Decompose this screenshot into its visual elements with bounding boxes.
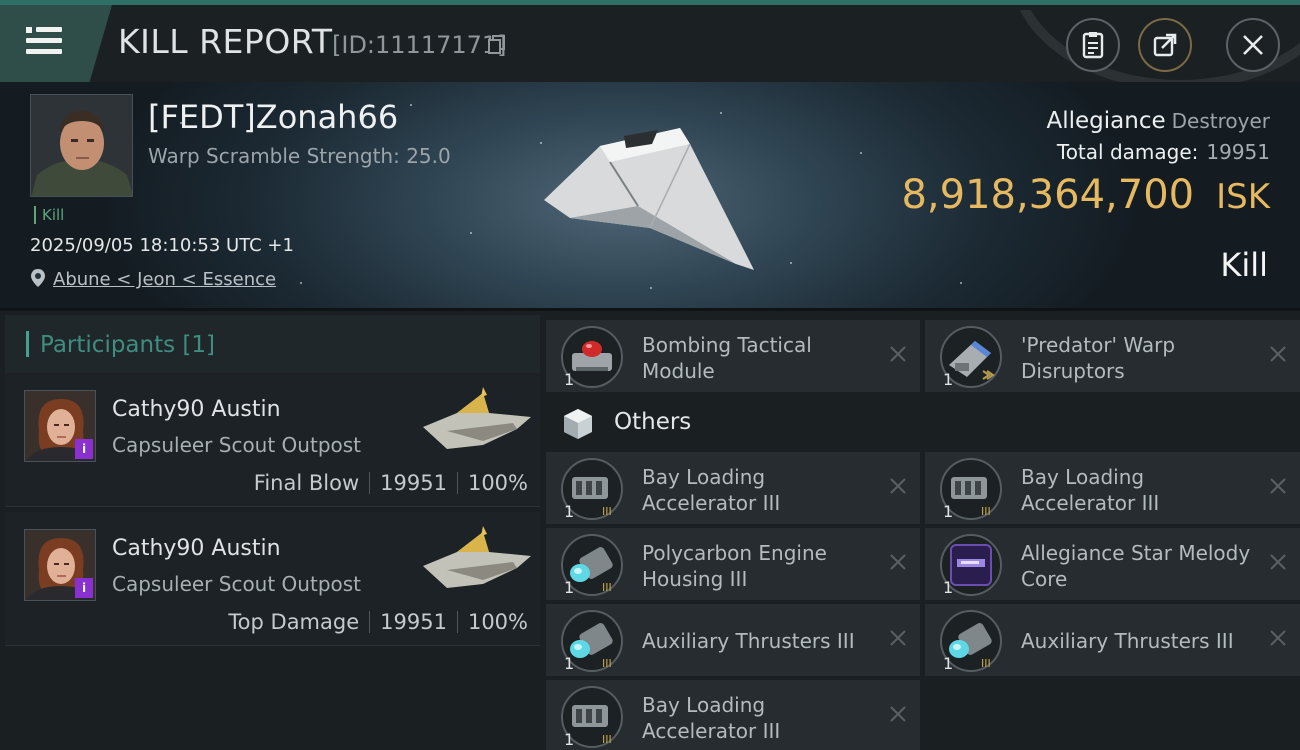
participant-card[interactable]: i Cathy90 Austin Capsuleer Scout Outpost…	[5, 373, 540, 507]
destroyed-x-icon	[890, 346, 906, 362]
others-title: Others	[614, 409, 692, 435]
module-quantity: 1	[943, 578, 954, 597]
location-pin-icon	[31, 269, 45, 287]
module-quantity: 1	[564, 370, 575, 389]
module-name: Allegiance Star Melody Core	[1021, 541, 1251, 591]
page-title: KILL REPORT	[118, 22, 333, 61]
participants-title: Participants [1]	[40, 332, 215, 358]
warp-scramble-strength: Warp Scramble Strength: 25.0	[148, 144, 451, 168]
close-button[interactable]	[1226, 18, 1280, 72]
modules-panel: 1 Bombing Tactical Module 1 'Predator' W…	[540, 308, 1300, 750]
participant-ship-icon[interactable]	[417, 383, 537, 463]
module-item[interactable]: 1 Allegiance Star Melody Core	[925, 528, 1300, 600]
module-quantity: 1	[564, 578, 575, 597]
module-name: Auxiliary Thrusters III	[642, 629, 855, 653]
module-item[interactable]: III 1 Bay Loading Accelerator III	[546, 452, 920, 524]
participant-stats: Final Blow 19951 100%	[254, 471, 528, 495]
victim-banner: [FEDT]Zonah66 Warp Scramble Strength: 25…	[0, 82, 1300, 308]
svg-text:III: III	[602, 505, 612, 518]
module-name: 'Predator' Warp Disruptors	[1021, 333, 1176, 383]
destroyed-x-icon	[890, 706, 906, 722]
destroyed-x-icon	[890, 630, 906, 646]
module-name: Bay Loading Accelerator III	[1021, 465, 1160, 515]
participant-avatar[interactable]: i	[24, 529, 96, 601]
module-item[interactable]: III 1 Bay Loading Accelerator III	[925, 452, 1300, 524]
victim-ship-image[interactable]	[540, 122, 760, 272]
module-name: Polycarbon Engine Housing III	[642, 541, 827, 591]
destroyed-x-icon	[1270, 478, 1286, 494]
participants-panel: Participants [1] i Cathy90 Austin Capsul…	[0, 308, 540, 750]
participant-card[interactable]: i Cathy90 Austin Capsuleer Scout Outpost…	[5, 512, 540, 646]
victim-ship: Allegiance Destroyer	[1047, 108, 1270, 134]
destroyed-x-icon	[1270, 630, 1286, 646]
clipboard-button[interactable]	[1066, 18, 1120, 72]
destroyed-x-icon	[1270, 554, 1286, 570]
module-item[interactable]: III 1 Auxiliary Thrusters III	[546, 604, 920, 676]
isk-unit: ISK	[1216, 177, 1270, 217]
participant-name[interactable]: Cathy90 Austin	[112, 536, 281, 561]
module-item[interactable]: III 1 Polycarbon Engine Housing III	[546, 528, 920, 600]
module-name: Bombing Tactical Module	[642, 333, 812, 383]
module-item[interactable]: 1 'Predator' Warp Disruptors	[925, 320, 1300, 392]
module-name: Bay Loading Accelerator III	[642, 465, 781, 515]
svg-text:III: III	[602, 733, 612, 746]
participant-percent: 100%	[467, 610, 528, 634]
svg-text:III: III	[602, 657, 612, 670]
total-damage-value: 19951	[1206, 140, 1270, 164]
pilot-tier-badge: i	[75, 578, 93, 598]
participant-corp: Capsuleer Scout Outpost	[112, 572, 362, 596]
share-export-icon	[1153, 33, 1177, 57]
isk-value: 8,918,364,700	[901, 172, 1195, 218]
participants-header: Participants [1]	[5, 315, 540, 373]
participant-percent: 100%	[467, 471, 528, 495]
ship-name[interactable]: Allegiance	[1047, 108, 1166, 134]
clipboard-icon	[1082, 32, 1104, 59]
copy-id-icon[interactable]	[488, 35, 506, 55]
destroyed-x-icon	[890, 554, 906, 570]
participant-corp: Capsuleer Scout Outpost	[112, 433, 362, 457]
pilot-tier-badge: i	[75, 439, 93, 459]
destroyed-x-icon	[890, 478, 906, 494]
others-section-header: Others	[540, 395, 1300, 455]
kill-result: Kill	[1220, 246, 1268, 284]
participant-avatar[interactable]: i	[24, 390, 96, 462]
svg-text:III: III	[602, 581, 612, 594]
cube-icon	[564, 409, 592, 439]
participant-role: Top Damage	[228, 610, 360, 634]
victim-pilot-name[interactable]: [FEDT]Zonah66	[148, 98, 398, 136]
module-quantity: 1	[943, 502, 954, 521]
module-quantity: 1	[564, 502, 575, 521]
participant-stats: Top Damage 19951 100%	[228, 610, 528, 634]
svg-text:III: III	[981, 505, 991, 518]
module-quantity: 1	[943, 370, 954, 389]
participant-ship-icon[interactable]	[417, 522, 537, 602]
module-item[interactable]: III 1 Bay Loading Accelerator III	[546, 680, 920, 750]
participant-name[interactable]: Cathy90 Austin	[112, 397, 281, 422]
module-quantity: 1	[943, 654, 954, 673]
module-item[interactable]: 1 Bombing Tactical Module	[546, 320, 920, 392]
module-name: Auxiliary Thrusters III	[1021, 629, 1234, 653]
destroyed-x-icon	[1270, 346, 1286, 362]
participant-damage: 19951	[380, 610, 447, 634]
share-button[interactable]	[1138, 18, 1192, 72]
report-id: [ID:11117171]	[332, 31, 507, 59]
total-damage: Total damage: 19951	[1057, 140, 1270, 164]
module-quantity: 1	[564, 730, 575, 749]
module-item[interactable]: III 1 Auxiliary Thrusters III	[925, 604, 1300, 676]
ship-class: Destroyer	[1171, 109, 1270, 133]
module-quantity: 1	[564, 654, 575, 673]
kill-location-link[interactable]: Abune < Jeon < Essence	[53, 269, 276, 290]
kill-datetime: 2025/09/05 18:10:53 UTC +1	[30, 235, 294, 256]
victim-portrait[interactable]	[30, 94, 133, 197]
isk-value-display: 8,918,364,700 ISK	[901, 172, 1270, 218]
module-name: Bay Loading Accelerator III	[642, 693, 781, 743]
participant-damage: 19951	[380, 471, 447, 495]
close-icon	[1243, 35, 1263, 55]
svg-text:III: III	[981, 657, 991, 670]
kill-tag: Kill	[34, 206, 64, 224]
participant-role: Final Blow	[253, 471, 360, 495]
total-damage-label: Total damage:	[1056, 140, 1199, 164]
